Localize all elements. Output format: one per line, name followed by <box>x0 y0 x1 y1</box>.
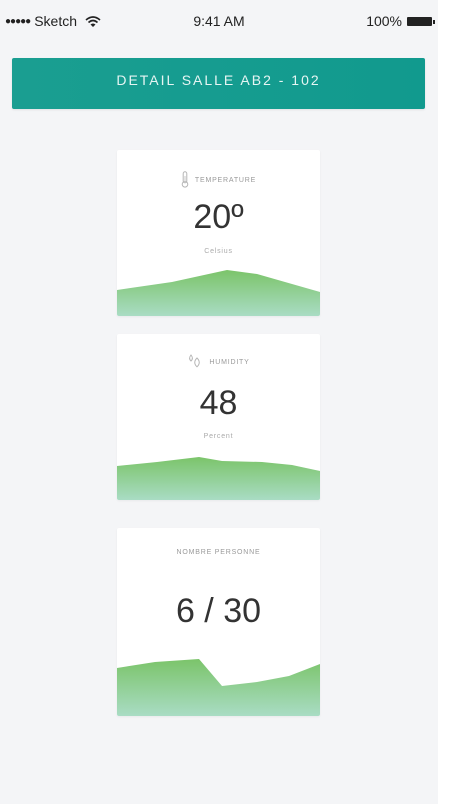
thermometer-icon <box>181 171 189 190</box>
humidity-card[interactable]: HUMIDITY 48 Percent <box>117 334 320 500</box>
people-count-sparkline <box>117 659 320 716</box>
humidity-unit: Percent <box>203 433 234 440</box>
temperature-card[interactable]: TEMPERATURE 20º Celsius <box>117 150 320 316</box>
temperature-value: 20º <box>193 198 244 236</box>
humidity-label: HUMIDITY <box>209 358 250 366</box>
battery-icon <box>407 16 435 26</box>
humidity-label-row: HUMIDITY <box>117 354 320 370</box>
app-screen: ●●●●● Sketch 9:41 AM 100% DETAIL SALLE A… <box>0 0 438 804</box>
header-bar: DETAIL SALLE AB2 - 102 <box>12 58 425 109</box>
battery-percent: 100% <box>366 13 402 29</box>
people-count-card[interactable]: NOMBRE PERSONNE 6 / 30 <box>117 528 320 716</box>
people-count-value: 6 / 30 <box>175 592 262 630</box>
temperature-sparkline <box>117 270 320 316</box>
droplets-icon <box>187 354 203 370</box>
status-bar: ●●●●● Sketch 9:41 AM 100% <box>0 10 438 32</box>
temperature-label: TEMPERATURE <box>194 177 257 184</box>
humidity-sparkline <box>117 457 320 500</box>
humidity-value: 48 <box>199 384 238 422</box>
status-right: 100% <box>366 13 435 29</box>
page-title: DETAIL SALLE AB2 - 102 <box>116 72 321 88</box>
temperature-unit: Celsius <box>204 248 233 255</box>
temperature-label-row: TEMPERATURE <box>117 171 320 190</box>
people-count-label: NOMBRE PERSONNE <box>176 549 261 556</box>
